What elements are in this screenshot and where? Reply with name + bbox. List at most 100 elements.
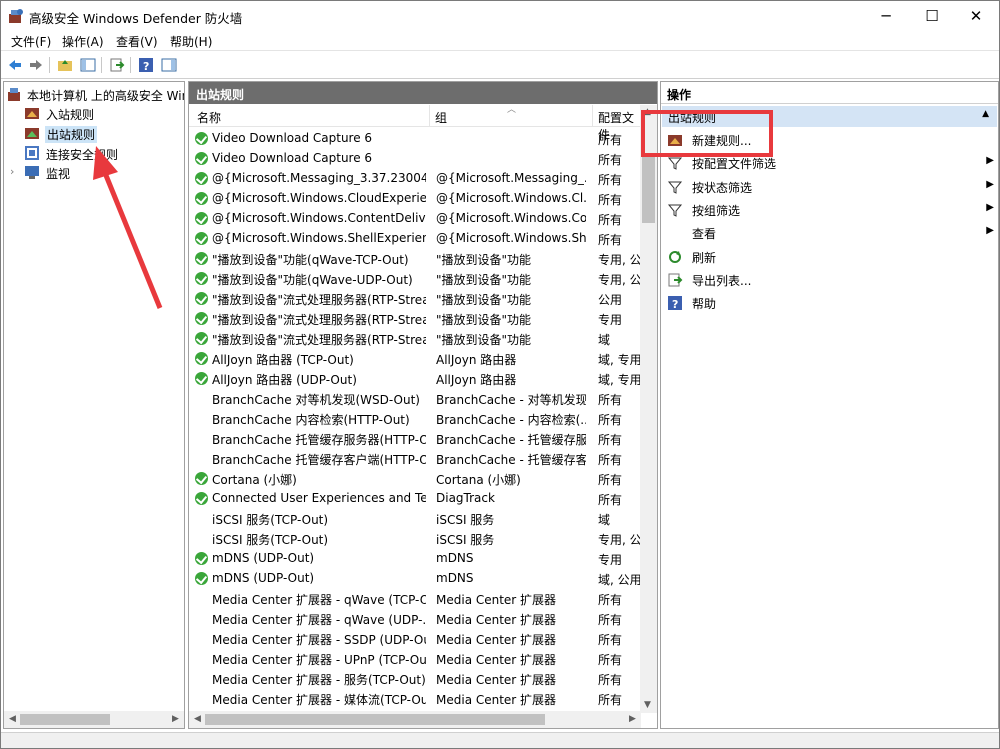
action-item[interactable]: 按状态筛选 ▶ — [661, 176, 998, 198]
forward-arrow-icon[interactable] — [27, 56, 45, 74]
cell-name: Connected User Experiences and Tel... — [212, 491, 426, 505]
actions-section-header[interactable]: 出站规则 ▲ — [662, 106, 997, 127]
tree-item-inbound[interactable]: 入站规则 — [24, 103, 184, 123]
tree-root[interactable]: 本地计算机 上的高级安全 Windows Defender 防火墙 — [7, 84, 184, 104]
export-icon[interactable] — [108, 56, 126, 74]
table-row[interactable]: Media Center 扩展器 - qWave (UDP-... Media C… — [189, 609, 641, 629]
cell-name: "播放到设备"流式处理服务器(RTP-Strea... — [212, 333, 426, 347]
back-arrow-icon[interactable] — [6, 56, 24, 74]
column-header-group[interactable]: 组 — [435, 109, 447, 126]
table-row[interactable]: BranchCache 托管缓存服务器(HTTP-O BranchCache - … — [189, 429, 641, 449]
action-item[interactable]: 新建规则... — [661, 129, 998, 151]
table-row[interactable]: "播放到设备"功能(qWave-UDP-Out) "播放到设备"功能 专用, 公 — [189, 269, 641, 289]
action-item[interactable]: 按组筛选 ▶ — [661, 199, 998, 221]
table-row[interactable]: @{Microsoft.Messaging_3.37.23004.0... @{M… — [189, 169, 641, 189]
table-row[interactable]: BranchCache 内容检索(HTTP-Out) BranchCache - … — [189, 409, 641, 429]
action-item[interactable]: 查看 ▶ — [661, 222, 998, 244]
table-row[interactable]: Media Center 扩展器 - 服务(TCP-Out) Media Cent… — [189, 669, 641, 689]
cell-group: @{Microsoft.Windows.Sh... — [436, 231, 586, 245]
table-row[interactable]: BranchCache 对等机发现(WSD-Out) BranchCache - … — [189, 389, 641, 409]
rules-vertical-scrollbar[interactable]: ▲ ▼ — [640, 105, 657, 713]
window-title: 高级安全 Windows Defender 防火墙 — [29, 11, 243, 26]
table-row[interactable]: Media Center 扩展器 - UPnP (TCP-Out) Media C… — [189, 649, 641, 669]
table-row[interactable]: @{Microsoft.Windows.ContentDeliver... @{M… — [189, 209, 641, 229]
cell-name: iSCSI 服务(TCP-Out) — [212, 533, 329, 547]
table-row[interactable]: mDNS (UDP-Out) mDNS 域, 公用 — [189, 569, 641, 589]
scrollbar-thumb[interactable] — [642, 153, 655, 223]
table-row[interactable]: @{Microsoft.Windows.ShellExperienc... @{M… — [189, 229, 641, 249]
table-row[interactable]: Video Download Capture 6 所有 — [189, 129, 641, 149]
column-header-name[interactable]: 名称 — [197, 109, 221, 126]
refresh-icon — [667, 249, 683, 265]
cell-profile: 所有 — [598, 453, 623, 467]
tree-item-label: 入站规则 — [46, 108, 95, 122]
scroll-right-icon[interactable]: ▶ — [172, 714, 179, 724]
table-row[interactable]: Cortana (小娜) Cortana (小娜) 所有 — [189, 469, 641, 489]
scrollbar-thumb[interactable] — [20, 714, 110, 725]
table-row[interactable]: "播放到设备"流式处理服务器(RTP-Strea... "播放到设备"功能 公用 — [189, 289, 641, 309]
cell-group: iSCSI 服务 — [436, 533, 495, 547]
scroll-down-icon[interactable]: ▼ — [644, 700, 651, 710]
action-item[interactable]: ? 帮助 — [661, 292, 998, 314]
scroll-left-icon[interactable]: ◀ — [9, 714, 16, 724]
table-row[interactable]: iSCSI 服务(TCP-Out) iSCSI 服务 专用, 公 — [189, 529, 641, 549]
table-row[interactable]: Media Center 扩展器 - qWave (TCP-O Media Cen… — [189, 589, 641, 609]
rules-pane: 出站规则 名称 组 ︿ 配置文件 Video Download Capture … — [188, 81, 658, 729]
tree-horizontal-scrollbar[interactable]: ◀ ▶ — [4, 711, 184, 728]
cell-name: AllJoyn 路由器 (TCP-Out) — [212, 353, 354, 367]
title-bar[interactable]: 高级安全 Windows Defender 防火墙 ─ ☐ ✕ — [1, 1, 999, 31]
table-row[interactable]: Media Center 扩展器 - 媒体流(TCP-Out) Media Cen… — [189, 689, 641, 709]
action-item[interactable]: 按配置文件筛选 ▶ — [661, 152, 998, 174]
rules-horizontal-scrollbar[interactable]: ◀ ▶ — [189, 711, 641, 728]
tree-item-connection-security[interactable]: 连接安全规则 — [24, 143, 184, 163]
cell-profile: 所有 — [598, 153, 623, 167]
table-row[interactable]: mDNS (UDP-Out) mDNS 专用 — [189, 549, 641, 569]
cell-name: @{Microsoft.Messaging_3.37.23004.0... — [212, 171, 426, 185]
table-row[interactable]: @{Microsoft.Windows.CloudExperien... @{Mi… — [189, 189, 641, 209]
show-tree-icon[interactable] — [79, 56, 97, 74]
table-row[interactable]: "播放到设备"功能(qWave-TCP-Out) "播放到设备"功能 专用, 公 — [189, 249, 641, 269]
up-folder-icon[interactable] — [56, 56, 74, 74]
menu-help[interactable]: 帮助(H) — [170, 33, 212, 50]
expand-chevron-icon[interactable]: › — [10, 165, 14, 178]
show-action-pane-icon[interactable] — [160, 56, 178, 74]
scroll-up-icon[interactable]: ▲ — [644, 107, 651, 117]
table-row[interactable]: "播放到设备"流式处理服务器(RTP-Strea... "播放到设备"功能 域 — [189, 329, 641, 349]
table-row[interactable]: BranchCache 托管缓存客户端(HTTP-O BranchCache - … — [189, 449, 641, 469]
scroll-right-icon[interactable]: ▶ — [629, 714, 636, 724]
menu-file[interactable]: 文件(F) — [11, 33, 51, 50]
action-label: 导出列表... — [692, 273, 752, 288]
column-divider[interactable] — [429, 105, 430, 127]
minimize-button[interactable]: ─ — [863, 1, 909, 31]
table-row[interactable]: Connected User Experiences and Tel... Dia… — [189, 489, 641, 509]
cell-name: Media Center 扩展器 - 服务(TCP-Out) — [212, 673, 426, 687]
cell-profile: 专用, 公 — [598, 533, 640, 547]
cell-profile: 所有 — [598, 193, 623, 207]
actions-pane: 操作 出站规则 ▲ 新建规则... 按配置文件筛选 ▶ 按状态筛选 ▶ 按组筛选 ▶ 查看 ▶ 刷… — [660, 81, 999, 729]
table-row[interactable]: AllJoyn 路由器 (UDP-Out) AllJoyn 路由器 域, 专用 — [189, 369, 641, 389]
help-icon[interactable]: ? — [137, 56, 155, 74]
tree-item-monitoring[interactable]: › 监视 — [8, 162, 184, 182]
maximize-button[interactable]: ☐ — [909, 1, 955, 31]
cell-name: "播放到设备"流式处理服务器(RTP-Strea... — [212, 293, 426, 307]
cell-profile: 所有 — [598, 493, 623, 507]
close-button[interactable]: ✕ — [953, 1, 999, 31]
rules-list: Video Download Capture 6 所有 Video Download… — [189, 129, 641, 709]
tree-item-label: 连接安全规则 — [46, 148, 119, 162]
collapse-up-icon[interactable]: ▲ — [982, 109, 989, 119]
menu-view[interactable]: 查看(V) — [116, 33, 158, 50]
cell-profile: 域 — [598, 333, 611, 347]
table-row[interactable]: iSCSI 服务(TCP-Out) iSCSI 服务 域 — [189, 509, 641, 529]
table-row[interactable]: "播放到设备"流式处理服务器(RTP-Strea... "播放到设备"功能 专用 — [189, 309, 641, 329]
cell-group: "播放到设备"功能 — [436, 293, 532, 307]
table-row[interactable]: AllJoyn 路由器 (TCP-Out) AllJoyn 路由器 域, 专用 — [189, 349, 641, 369]
action-item[interactable]: 刷新 — [661, 246, 998, 268]
tree-item-outbound[interactable]: 出站规则 — [24, 123, 184, 143]
column-divider[interactable] — [592, 105, 593, 127]
scroll-left-icon[interactable]: ◀ — [194, 714, 201, 724]
menu-action[interactable]: 操作(A) — [62, 33, 104, 50]
table-row[interactable]: Video Download Capture 6 所有 — [189, 149, 641, 169]
scrollbar-thumb[interactable] — [205, 714, 545, 725]
table-row[interactable]: Media Center 扩展器 - SSDP (UDP-Out) Media C… — [189, 629, 641, 649]
action-item[interactable]: 导出列表... — [661, 269, 998, 291]
